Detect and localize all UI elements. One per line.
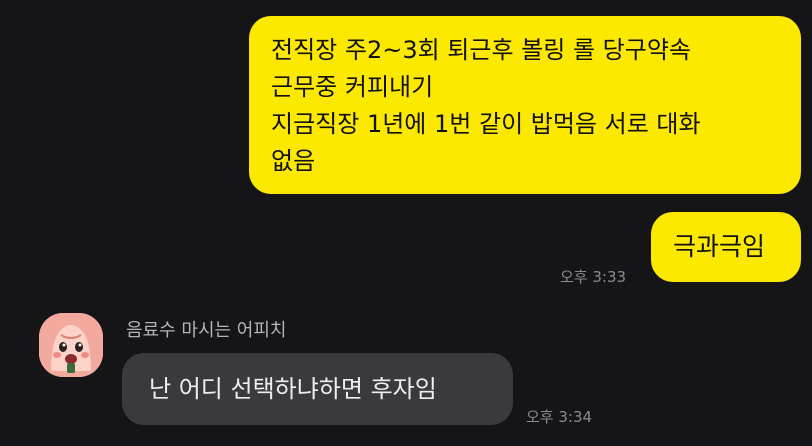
message-text: 난 어디 선택하냐하면 후자임 bbox=[149, 375, 437, 403]
outgoing-message-bubble[interactable]: 전직장 주2~3회 퇴근후 볼링 롤 당구약속 근무중 커피내기 지금직장 1년… bbox=[249, 16, 801, 194]
message-timestamp: 오후 3:34 bbox=[526, 408, 593, 426]
message-line: 없음 bbox=[271, 147, 316, 175]
peach-character-icon bbox=[39, 313, 103, 377]
message-line: 전직장 주2~3회 퇴근후 볼링 롤 당구약속 bbox=[271, 36, 691, 64]
message-text: 극과극임 bbox=[673, 232, 766, 261]
outgoing-message-bubble[interactable]: 극과극임 bbox=[651, 212, 801, 282]
message-line: 근무중 커피내기 bbox=[271, 73, 434, 101]
message-line: 지금직장 1년에 1번 같이 밥먹음 서로 대화 bbox=[271, 110, 701, 138]
incoming-message-bubble[interactable]: 난 어디 선택하냐하면 후자임 bbox=[122, 353, 513, 425]
sender-avatar[interactable] bbox=[39, 313, 103, 377]
sender-name: 음료수 마시는 어피치 bbox=[126, 320, 287, 341]
chat-area: 전직장 주2~3회 퇴근후 볼링 롤 당구약속 근무중 커피내기 지금직장 1년… bbox=[0, 0, 812, 446]
message-timestamp: 오후 3:33 bbox=[560, 268, 627, 286]
